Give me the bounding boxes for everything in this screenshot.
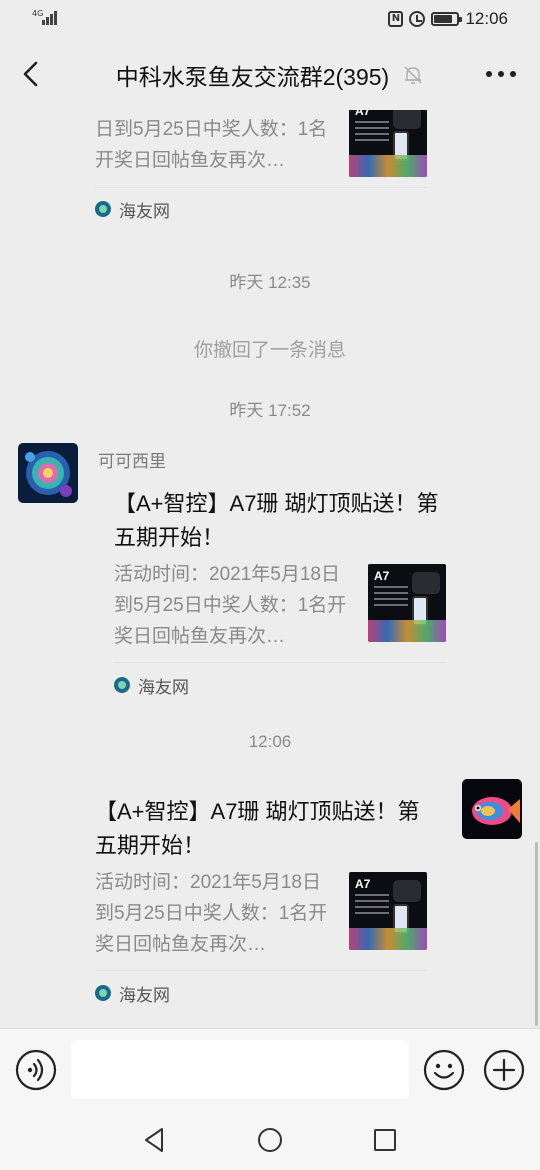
system-nav-bar	[0, 1110, 540, 1170]
timestamp: 昨天 17:52	[229, 401, 311, 420]
card-description: 活动时间：2021年5月18日到5月25日中奖人数：1名开奖日回帖鱼友再次…	[95, 872, 328, 955]
recall-notice: 你撤回了一条消息	[193, 340, 346, 361]
status-time: 12:06	[465, 9, 508, 28]
nfc-icon: N	[388, 11, 404, 27]
alarm-icon	[409, 11, 426, 27]
chat-header: 中科水泵鱼友交流群2(395)	[0, 38, 540, 110]
avatar-self[interactable]	[462, 779, 522, 839]
sender-name: 可可西里	[98, 452, 166, 471]
network-type: 4G	[32, 9, 44, 18]
card-source: 海友网	[95, 981, 170, 1005]
timestamp: 12:06	[248, 732, 292, 751]
mute-icon	[404, 66, 422, 84]
card-description: 活动时间：2021年5月18日到5月25日中奖人数：1名开奖日回帖鱼友再次…	[114, 564, 347, 647]
home-circle-icon[interactable]	[255, 1125, 285, 1155]
card-source: 海友网	[114, 673, 189, 697]
scrollbar[interactable]	[535, 842, 538, 1026]
chat-area[interactable]: 日到5月25日中奖人数：1名开奖日回帖鱼友再次… A7 海友网 昨天 12:35…	[0, 110, 540, 1028]
card-title: 【A+智控】A7珊 瑚灯顶贴送！第五期开始！	[114, 491, 439, 550]
plus-icon[interactable]	[483, 1049, 525, 1091]
card-thumbnail: A7	[368, 564, 446, 642]
card-thumbnail: A7	[349, 872, 427, 950]
input-bar	[0, 1028, 540, 1110]
avatar[interactable]	[18, 443, 78, 503]
signal-icon: 4G	[32, 9, 60, 27]
voice-icon[interactable]	[15, 1049, 57, 1091]
status-bar: 4G N 12:06	[0, 0, 540, 38]
chat-title: 中科水泵鱼友交流群2(395)	[115, 64, 390, 90]
timestamp: 昨天 12:35	[229, 273, 311, 292]
more-icon[interactable]	[484, 62, 518, 86]
message-input[interactable]	[71, 1040, 409, 1099]
recents-square-icon[interactable]	[370, 1125, 400, 1155]
card-title: 【A+智控】A7珊 瑚灯顶贴送！第五期开始！	[95, 799, 420, 858]
back-triangle-icon[interactable]	[140, 1125, 170, 1155]
source-logo-icon	[114, 677, 130, 693]
emoji-icon[interactable]	[423, 1049, 465, 1091]
battery-icon	[431, 12, 463, 26]
source-logo-icon	[95, 985, 111, 1001]
